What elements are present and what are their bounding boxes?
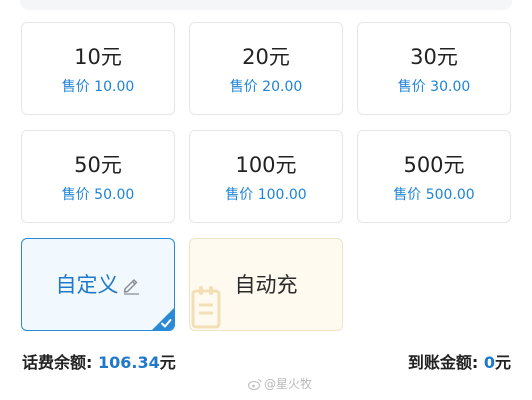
auto-recharge-option[interactable]: 自动充: [189, 238, 343, 331]
auto-recharge-label: 自动充: [234, 273, 298, 297]
balance-label: 话费余额:: [22, 353, 93, 372]
watermark: @星火牧: [247, 376, 313, 394]
price-label: 售价 100.00: [225, 187, 307, 203]
pencil-icon: [121, 274, 141, 302]
balance-unit: 元: [159, 353, 176, 372]
balance-summary: 话费余额: 106.34元: [22, 351, 176, 375]
credited-unit: 元: [494, 353, 511, 372]
top-panel-edge: [20, 0, 512, 10]
credited-summary: 到账金额: 0元: [408, 351, 511, 375]
amount-label: 20元: [242, 45, 290, 69]
selected-check-icon: [152, 308, 174, 330]
watermark-text: @星火牧: [264, 377, 313, 391]
balance-value: 106.34: [97, 353, 160, 372]
credited-label: 到账金额:: [407, 353, 479, 372]
amount-option-20[interactable]: 20元 售价 20.00: [189, 22, 343, 115]
amount-label: 50元: [74, 153, 122, 177]
custom-amount-option[interactable]: 自定义: [21, 238, 175, 331]
custom-amount-row: 自定义: [22, 271, 174, 302]
amount-option-100[interactable]: 100元 售价 100.00: [189, 130, 343, 223]
amount-label: 100元: [235, 153, 297, 177]
amount-label: 30元: [410, 45, 458, 69]
amount-option-500[interactable]: 500元 售价 500.00: [357, 130, 511, 223]
price-label: 售价 20.00: [229, 79, 303, 95]
price-label: 售价 500.00: [393, 187, 475, 203]
amount-option-50[interactable]: 50元 售价 50.00: [21, 130, 175, 223]
price-label: 售价 10.00: [61, 79, 135, 95]
price-label: 售价 30.00: [397, 79, 471, 95]
credited-value: 0: [483, 353, 495, 372]
price-label: 售价 50.00: [61, 187, 135, 203]
custom-amount-label: 自定义: [55, 273, 119, 297]
amount-option-30[interactable]: 30元 售价 30.00: [357, 22, 511, 115]
amount-label: 500元: [403, 153, 465, 177]
amount-option-10[interactable]: 10元 售价 10.00: [21, 22, 175, 115]
amount-label: 10元: [74, 45, 122, 69]
weibo-icon: [247, 378, 262, 394]
